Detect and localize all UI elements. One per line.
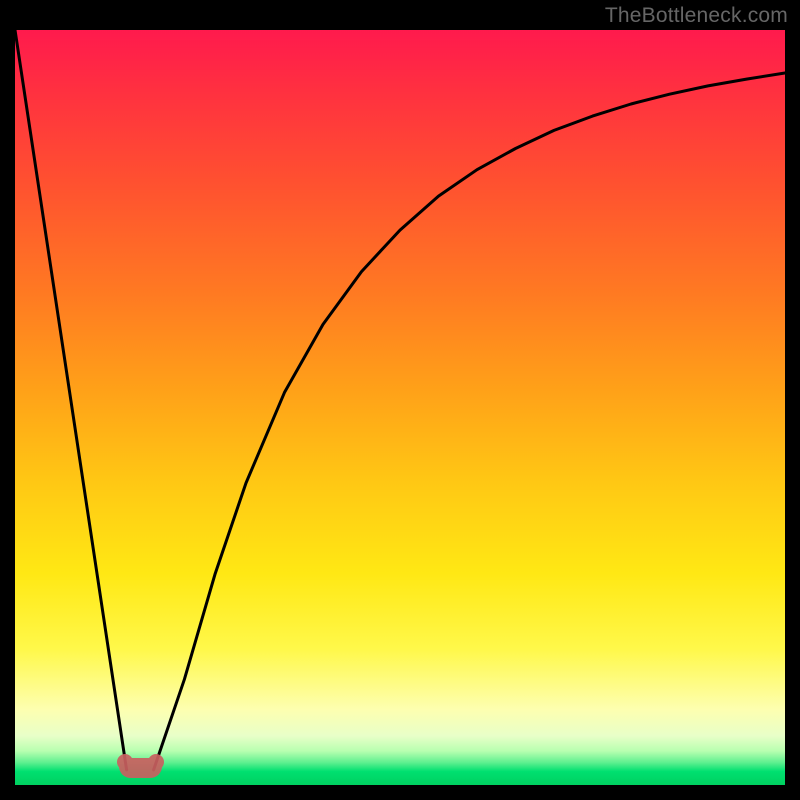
chart-frame: TheBottleneck.com: [0, 0, 800, 800]
curve-path: [15, 30, 785, 770]
attribution-text: TheBottleneck.com: [605, 4, 788, 28]
curve-layer: [15, 30, 785, 785]
plot-area: [15, 30, 785, 785]
optimum-marker: [119, 758, 161, 778]
